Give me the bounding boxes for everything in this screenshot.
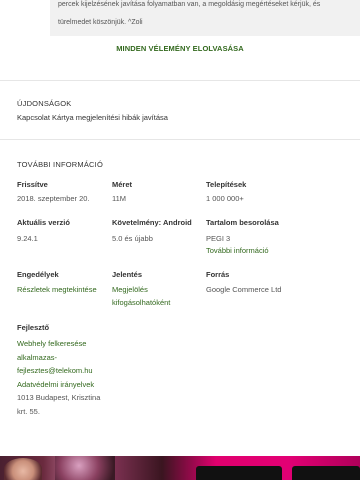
permissions-label: Engedélyek: [17, 270, 59, 279]
additional-info-title: TOVÁBBI INFORMÁCIÓ: [17, 160, 103, 169]
content-rating-more-link[interactable]: További információ: [206, 244, 269, 258]
version-label: Aktuális verzió: [17, 218, 70, 227]
divider: [0, 139, 360, 140]
version-value: 9.24.1: [17, 234, 38, 243]
developer-info: Webhely felkeresése alkalmazas- fejleszt…: [17, 337, 117, 418]
developer-email-link-line1[interactable]: alkalmazas-: [17, 351, 117, 365]
size-label: Méret: [112, 180, 133, 189]
developer-address-line2: krt. 55.: [17, 406, 40, 416]
whats-new-title: ÚJDONSÁGOK: [17, 99, 72, 108]
report-flag-link-line1[interactable]: Megjelölés: [112, 283, 148, 297]
requires-label: Követelmény: Android: [112, 218, 192, 227]
review-text-line1: percek kijelzésének javítása folyamatban…: [58, 1, 321, 8]
permissions-details-link[interactable]: Részletek megtekintése: [17, 283, 97, 297]
installs-value: 1 000 000+: [206, 194, 244, 203]
size-value: 11M: [112, 194, 127, 203]
read-all-reviews-link[interactable]: MINDEN VÉLEMÉNY ELOLVASÁSA: [0, 44, 360, 53]
banner-store-badge-secondary[interactable]: [292, 466, 360, 480]
report-flag-link-line2[interactable]: kifogásolhatóként: [112, 296, 170, 310]
review-text-line2: türelmedet köszönjük. ^Zoli: [58, 19, 143, 26]
offered-by-label: Forrás: [206, 270, 230, 279]
updated-value: 2018. szeptember 20.: [17, 194, 90, 203]
installs-label: Telepítések: [206, 180, 247, 189]
requires-value: 5.0 és újabb: [112, 234, 153, 243]
banner-photo-detail: [55, 456, 115, 480]
developer-website-link[interactable]: Webhely felkeresése: [17, 337, 117, 351]
developer-email-link-line2[interactable]: fejlesztes@telekom.hu: [17, 364, 117, 378]
privacy-policy-link[interactable]: Adatvédelmi irányelvek: [17, 378, 117, 392]
review-card: percek kijelzésének javítása folyamatban…: [50, 0, 360, 36]
developer-address-line1: 1013 Budapest, Krisztina: [17, 393, 101, 402]
divider: [0, 80, 360, 81]
banner-store-badge[interactable]: [196, 466, 282, 480]
content-rating-label: Tartalom besorolása: [206, 218, 279, 227]
report-label: Jelentés: [112, 270, 143, 279]
updated-label: Frissítve: [17, 180, 48, 189]
whats-new-text: Kapcsolat Kártya megjelenítési hibák jav…: [17, 113, 168, 122]
banner-photo: [4, 458, 42, 480]
developer-label: Fejlesztő: [17, 323, 50, 332]
review-text: percek kijelzésének javítása folyamatban…: [58, 0, 352, 29]
promo-banner[interactable]: [0, 456, 360, 480]
offered-by-value: Google Commerce Ltd: [206, 285, 282, 294]
